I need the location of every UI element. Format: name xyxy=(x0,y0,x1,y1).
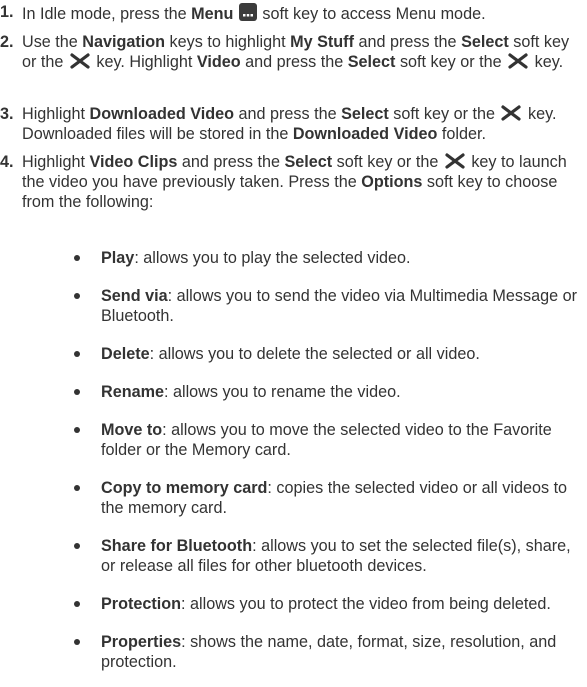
bullet-icon xyxy=(74,485,80,491)
step-number: 4. xyxy=(0,153,14,171)
bullet-icon xyxy=(74,389,80,395)
option-properties: Properties: shows the name, date, format… xyxy=(74,632,584,672)
option-share-for-bluetooth: Share for Bluetooth: allows you to set t… xyxy=(74,536,584,576)
step-text: Use the Navigation keys to highlight My … xyxy=(22,33,570,71)
select-key-icon xyxy=(70,53,90,69)
bullet-icon xyxy=(74,601,80,607)
option-delete: Delete: allows you to delete the selecte… xyxy=(74,344,584,364)
step-1: 1. In Idle mode, press the Menu soft key… xyxy=(0,2,584,24)
bullet-icon xyxy=(74,543,80,549)
select-key-icon xyxy=(445,153,465,169)
bullet-icon xyxy=(74,293,80,299)
step-text: Highlight Video Clips and press the Sele… xyxy=(22,153,567,211)
step-2: 2. Use the Navigation keys to highlight … xyxy=(0,32,584,72)
select-key-icon xyxy=(501,105,522,121)
bullet-icon xyxy=(74,639,80,645)
step-number: 1. xyxy=(0,3,14,21)
step-4: 4. Highlight Video Clips and press the S… xyxy=(0,152,584,212)
option-copy-to-memory-card: Copy to memory card: copies the selected… xyxy=(74,478,584,518)
bullet-icon xyxy=(74,255,80,261)
select-key-icon xyxy=(508,53,528,69)
bullet-icon xyxy=(74,351,80,357)
option-move-to: Move to: allows you to move the selected… xyxy=(74,420,584,460)
step-number: 3. xyxy=(0,105,14,123)
step-number: 2. xyxy=(0,33,14,51)
step-text: In Idle mode, press the Menu soft key to… xyxy=(22,2,584,24)
bullet-icon xyxy=(74,427,80,433)
instruction-page: 1. In Idle mode, press the Menu soft key… xyxy=(0,0,587,687)
step-3: 3. Highlight Downloaded Video and press … xyxy=(0,104,584,144)
option-protection: Protection: allows you to protect the vi… xyxy=(74,594,584,614)
option-rename: Rename: allows you to rename the video. xyxy=(74,382,584,402)
option-play: Play: allows you to play the selected vi… xyxy=(74,248,584,268)
option-send-via: Send via: allows you to send the video v… xyxy=(74,286,584,326)
menu-key-icon xyxy=(238,3,257,21)
step-text: Highlight Downloaded Video and press the… xyxy=(22,105,557,143)
